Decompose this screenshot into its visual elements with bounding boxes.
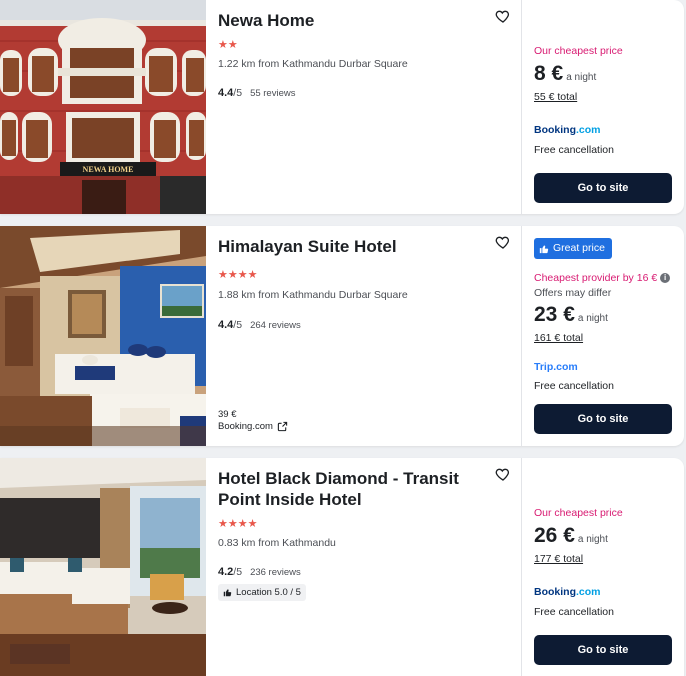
price-label: Our cheapest price <box>534 507 623 519</box>
heart-icon[interactable] <box>495 8 511 24</box>
distance-text: 1.88 km from Kathmandu Durbar Square <box>218 289 408 301</box>
alternative-provider-link[interactable]: Booking.com <box>218 421 288 432</box>
nightly-price: 8 € a night <box>534 62 596 86</box>
go-to-site-button[interactable]: Go to site <box>534 404 672 434</box>
go-to-site-button[interactable]: Go to site <box>534 635 672 665</box>
cancellation-text: Free cancellation <box>534 144 614 156</box>
rating-scale: /5 <box>233 566 243 578</box>
hotel-photo-building: NEWA HOME <box>0 0 206 214</box>
guest-rating[interactable]: 4.4/5 55 reviews <box>218 87 295 99</box>
per-night-label: a night <box>577 313 608 324</box>
provider-logo-trip: Trip.com <box>534 361 578 373</box>
nightly-price: 26 € a night <box>534 524 608 548</box>
rating-score: 4.4 <box>218 87 234 99</box>
location-badge-text: Location 5.0 / 5 <box>236 587 301 598</box>
hotel-name[interactable]: Newa Home <box>218 10 488 31</box>
hotel-card[interactable]: Hotel Black Diamond - Transit Point Insi… <box>0 458 684 676</box>
distance-text: 1.22 km from Kathmandu Durbar Square <box>218 58 408 70</box>
rating-score: 4.2 <box>218 566 234 578</box>
external-link-icon <box>277 421 288 432</box>
provider-logo-booking: Booking.com <box>534 124 601 136</box>
alternative-provider-name: Booking.com <box>218 421 273 432</box>
rating-scale: /5 <box>233 319 243 331</box>
hotel-name[interactable]: Hotel Black Diamond - Transit Point Insi… <box>218 468 488 510</box>
cancellation-text: Free cancellation <box>534 606 614 618</box>
price-amount: 8 € <box>534 62 564 85</box>
thumbs-up-icon <box>539 245 549 253</box>
hotel-signage: NEWA HOME <box>83 165 134 174</box>
per-night-label: a night <box>577 534 608 545</box>
star-rating: ★★ <box>218 39 238 51</box>
location-badge: Location 5.0 / 5 <box>218 584 306 601</box>
distance-text: 0.83 km from Kathmandu <box>218 537 336 549</box>
hotel-card[interactable]: NEWA HOME Newa Home ★★ 1.22 km from Kath… <box>0 0 684 214</box>
cancellation-text: Free cancellation <box>534 380 614 392</box>
star-rating: ★★★★ <box>218 518 258 530</box>
price-label: Our cheapest price <box>534 45 623 57</box>
rating-scale: /5 <box>233 87 243 99</box>
thumbs-up-icon <box>223 589 232 597</box>
offers-note: Offers may differ <box>534 287 612 299</box>
review-count: 264 reviews <box>250 320 301 331</box>
hotel-photo-room <box>0 226 206 446</box>
hotel-photo-room <box>0 458 206 676</box>
heart-icon[interactable] <box>495 466 511 482</box>
guest-rating[interactable]: 4.4/5 264 reviews <box>218 319 301 331</box>
price-amount: 26 € <box>534 524 575 547</box>
divider <box>521 458 522 676</box>
divider <box>521 0 522 214</box>
divider <box>521 226 522 446</box>
guest-rating[interactable]: 4.2/5 236 reviews <box>218 566 301 578</box>
info-icon[interactable]: i <box>660 273 671 284</box>
per-night-label: a night <box>566 72 597 83</box>
total-price[interactable]: 177 € total <box>534 553 583 565</box>
go-to-site-button[interactable]: Go to site <box>534 173 672 203</box>
great-price-text: Great price <box>553 242 605 254</box>
hotel-photo[interactable] <box>0 458 206 676</box>
hotel-card[interactable]: Himalayan Suite Hotel ★★★★ 1.88 km from … <box>0 226 684 446</box>
hotel-name[interactable]: Himalayan Suite Hotel <box>218 236 488 257</box>
price-amount: 23 € <box>534 303 575 326</box>
alternative-price: 39 € <box>218 409 237 420</box>
hotel-photo[interactable] <box>0 226 206 446</box>
review-count: 236 reviews <box>250 567 301 578</box>
rating-score: 4.4 <box>218 319 234 331</box>
provider-logo-booking: Booking.com <box>534 586 601 598</box>
price-label: Cheapest provider by 16 € i <box>534 272 671 284</box>
nightly-price: 23 € a night <box>534 303 608 327</box>
total-price[interactable]: 55 € total <box>534 91 577 103</box>
hotel-photo[interactable]: NEWA HOME <box>0 0 206 214</box>
great-price-badge: Great price <box>534 238 612 259</box>
total-price[interactable]: 161 € total <box>534 332 583 344</box>
star-rating: ★★★★ <box>218 269 258 281</box>
heart-icon[interactable] <box>495 234 511 250</box>
review-count: 55 reviews <box>250 88 296 99</box>
